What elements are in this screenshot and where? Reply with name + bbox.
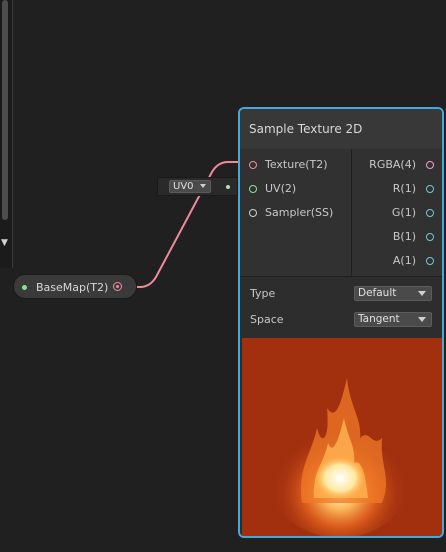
uv-channel-dropdown[interactable]: UV0 <box>169 180 211 193</box>
g-port-icon[interactable] <box>426 209 434 217</box>
output-port-label: B(1) <box>392 230 416 243</box>
type-value: Default <box>358 287 397 299</box>
type-dropdown[interactable]: Default <box>354 286 432 301</box>
space-dropdown[interactable]: Tangent <box>354 312 432 327</box>
output-port-g[interactable]: G(1) <box>352 205 442 223</box>
rgba-port-icon[interactable] <box>426 161 434 169</box>
b-port-icon[interactable] <box>426 233 434 241</box>
sampler-port-icon[interactable] <box>249 209 257 217</box>
a-port-icon[interactable] <box>426 257 434 265</box>
uv-channel-value: UV0 <box>173 181 194 192</box>
output-port-label: R(1) <box>392 182 416 195</box>
basemap-property-node[interactable]: BaseMap(T2) <box>13 274 137 299</box>
input-port-label: UV(2) <box>265 182 297 195</box>
space-value: Tangent <box>358 313 400 325</box>
node-ports: Texture(T2) UV(2) Sampler(SS) RGBA(4) R(… <box>240 149 442 277</box>
type-label: Type <box>250 287 276 300</box>
texture-preview <box>242 338 442 536</box>
sample-texture-2d-node[interactable]: Sample Texture 2D Texture(T2) UV(2) Samp… <box>238 107 444 538</box>
left-panel: ▼ <box>0 0 13 268</box>
output-port-b[interactable]: B(1) <box>352 229 442 247</box>
output-port-label: RGBA(4) <box>369 158 416 171</box>
space-label: Space <box>250 313 284 326</box>
uv-port-icon[interactable] <box>249 185 257 193</box>
output-port-icon[interactable] <box>113 282 122 291</box>
left-panel-scrollbar[interactable] <box>2 0 8 220</box>
node-header[interactable]: Sample Texture 2D <box>240 109 442 150</box>
chevron-down-icon <box>418 317 426 322</box>
input-port-label: Texture(T2) <box>265 158 328 171</box>
output-port-rgba[interactable]: RGBA(4) <box>352 157 442 175</box>
texture-port-icon[interactable] <box>249 161 257 169</box>
input-port-label: Sampler(SS) <box>265 206 334 219</box>
fire-texture-image <box>242 338 442 536</box>
r-port-icon[interactable] <box>426 185 434 193</box>
output-port-r[interactable]: R(1) <box>352 181 442 199</box>
exposed-indicator-icon <box>22 285 27 290</box>
chevron-down-icon <box>200 184 206 188</box>
output-port-label: A(1) <box>392 254 416 267</box>
node-settings: Type Default Space Tangent <box>240 277 442 337</box>
chevron-down-icon <box>418 291 426 296</box>
node-title: Sample Texture 2D <box>249 122 363 136</box>
output-port-a[interactable]: A(1) <box>352 253 442 271</box>
uv-inline-input: UV0 <box>157 177 238 196</box>
collapse-arrow-icon[interactable]: ▼ <box>1 238 8 248</box>
output-port-label: G(1) <box>391 206 416 219</box>
property-node-label: BaseMap(T2) <box>36 281 109 294</box>
uv-connector-dot-icon <box>226 185 230 189</box>
